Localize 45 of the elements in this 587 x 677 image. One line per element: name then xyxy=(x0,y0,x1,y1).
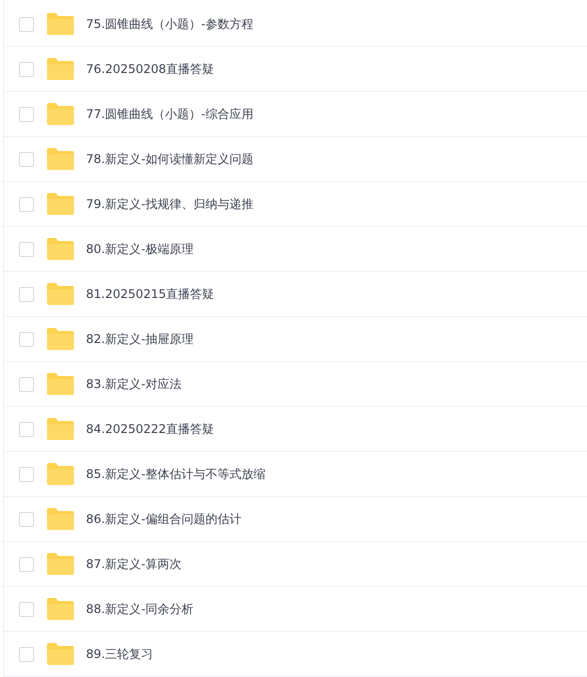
folder-name[interactable]: 85.新定义-整体估计与不等式放缩 xyxy=(86,466,266,482)
folder-icon xyxy=(47,643,74,665)
checkbox[interactable] xyxy=(19,512,34,526)
checkbox[interactable] xyxy=(19,152,34,166)
checkbox[interactable] xyxy=(19,466,34,482)
folder-name[interactable]: 88.新定义-同余分析 xyxy=(86,600,194,618)
folder-icon xyxy=(47,373,74,395)
checkbox[interactable] xyxy=(19,602,34,616)
folder-icon xyxy=(47,13,74,35)
folder-name[interactable]: 86.新定义-偏组合问题的估计 xyxy=(86,510,242,528)
folder-name[interactable]: 80.新定义-极端原理 xyxy=(86,240,194,258)
folder-name[interactable]: 83.新定义-对应法 xyxy=(86,376,182,392)
checkbox[interactable] xyxy=(19,376,34,392)
folder-icon xyxy=(47,598,74,620)
folder-name[interactable]: 78.新定义-如何读懂新定义问题 xyxy=(86,150,254,168)
folder-name[interactable]: 89.三轮复习 xyxy=(86,646,154,662)
folder-name[interactable]: 75.圆锥曲线（小题）-参数方程 xyxy=(86,16,254,32)
checkbox[interactable] xyxy=(19,422,34,436)
folder-name[interactable]: 84.20250222直播答疑 xyxy=(86,420,214,438)
folder-icon xyxy=(47,193,74,215)
checkbox[interactable] xyxy=(19,62,34,76)
folder-icon xyxy=(47,283,74,305)
checkbox[interactable] xyxy=(19,16,34,32)
folder-icon xyxy=(47,58,74,80)
checkbox[interactable] xyxy=(19,242,34,256)
folder-name[interactable]: 77.圆锥曲线（小题）-综合应用 xyxy=(86,106,254,122)
folder-icon xyxy=(47,238,74,260)
checkbox[interactable] xyxy=(19,196,34,212)
folder-icon xyxy=(47,328,74,350)
folder-icon xyxy=(47,508,74,530)
folder-name[interactable]: 87.新定义-算两次 xyxy=(86,556,182,572)
folder-icon xyxy=(47,103,74,125)
folder-icon xyxy=(47,148,74,170)
folder-name[interactable]: 82.新定义-抽屉原理 xyxy=(86,330,194,348)
folder-icon xyxy=(47,418,74,440)
folder-name[interactable]: 81.20250215直播答疑 xyxy=(86,286,214,302)
folder-name[interactable]: 76.20250208直播答疑 xyxy=(86,60,214,78)
folder-icon xyxy=(47,553,74,575)
checkbox[interactable] xyxy=(19,556,34,572)
folder-icon xyxy=(47,463,74,485)
checkbox[interactable] xyxy=(19,332,34,346)
checkbox[interactable] xyxy=(19,106,34,122)
checkbox[interactable] xyxy=(19,646,34,662)
folder-name[interactable]: 79.新定义-找规律、归纳与递推 xyxy=(86,196,254,212)
checkbox[interactable] xyxy=(19,286,34,302)
